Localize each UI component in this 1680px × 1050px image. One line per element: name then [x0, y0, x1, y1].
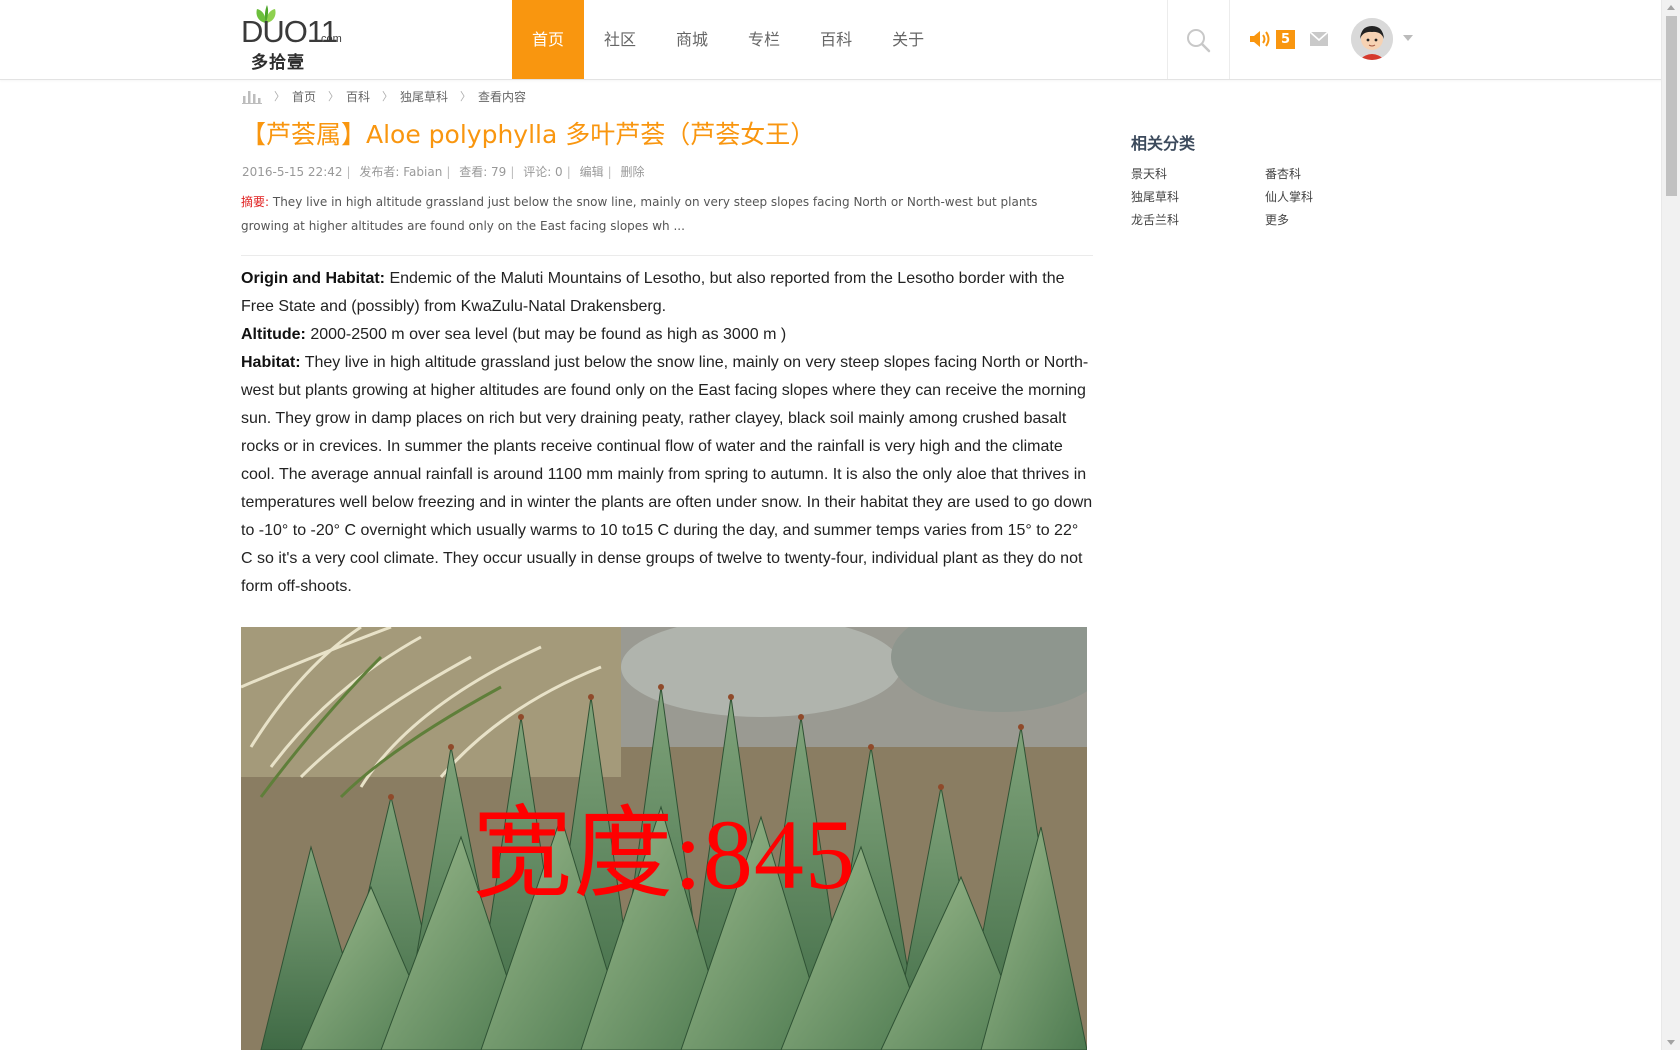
category-link[interactable]: 景天科 — [1131, 165, 1265, 182]
header-divider — [1229, 0, 1230, 79]
nav-item-wiki[interactable]: 百科 — [800, 0, 872, 79]
habitat-paragraph: Habitat: They live in high altitude gras… — [241, 349, 1093, 601]
chevron-down-icon[interactable] — [1403, 35, 1413, 41]
altitude-label: Altitude: — [241, 326, 306, 343]
category-more-link[interactable]: 更多 — [1265, 211, 1371, 228]
habitat-text: They live in high altitude grassland jus… — [241, 354, 1093, 595]
publish-date: 2016-5-15 22:42 — [242, 165, 343, 179]
altitude-paragraph: Altitude: 2000-2500 m over sea level (bu… — [241, 321, 1093, 349]
article-photo: 宽度:845 — [241, 627, 1087, 1050]
breadcrumb-category[interactable]: 独尾草科 — [400, 88, 448, 105]
category-link[interactable]: 龙舌兰科 — [1131, 211, 1265, 228]
category-link[interactable]: 番杏科 — [1265, 165, 1371, 182]
main-nav: 首页 社区 商城 专栏 百科 关于 — [512, 0, 944, 79]
related-categories: 景天科 番杏科 独尾草科 仙人掌科 龙舌兰科 更多 — [1131, 165, 1371, 228]
header-divider — [1167, 0, 1168, 79]
avatar-icon — [1351, 18, 1393, 60]
user-avatar[interactable] — [1351, 18, 1393, 60]
mail-icon — [1309, 31, 1329, 46]
message-button[interactable] — [1309, 31, 1329, 50]
summary-divider — [241, 255, 1093, 256]
scroll-thumb[interactable] — [1666, 16, 1677, 196]
view-count: 查看: 79 — [459, 165, 507, 179]
article-meta: 2016-5-15 22:42 | 发布者: Fabian | 查看: 79 | 评论… — [242, 165, 645, 179]
origin-label: Origin and Habitat: — [241, 270, 385, 287]
category-link[interactable]: 独尾草科 — [1131, 188, 1265, 205]
notification-button[interactable]: 5 — [1248, 27, 1295, 51]
nav-item-column[interactable]: 专栏 — [728, 0, 800, 79]
breadcrumb-current: 查看内容 — [478, 89, 527, 104]
nav-item-home[interactable]: 首页 — [512, 0, 585, 79]
sidebar-title: 相关分类 — [1131, 134, 1196, 153]
logo-cn-name: 多拾壹 — [251, 53, 305, 73]
comment-count: 评论: 0 — [523, 165, 563, 179]
notification-count-badge: 5 — [1276, 29, 1295, 49]
nav-item-about[interactable]: 关于 — [872, 0, 944, 79]
speaker-icon — [1250, 31, 1270, 47]
summary-text: They live in high altitude grassland jus… — [241, 195, 1038, 233]
breadcrumb-wiki[interactable]: 百科 — [346, 88, 370, 105]
altitude-text: 2000-2500 m over sea level (but may be f… — [310, 326, 787, 343]
page-scrollbar[interactable] — [1661, 0, 1680, 1050]
scroll-down-arrow-icon[interactable] — [1667, 1040, 1675, 1045]
article-body: Origin and Habitat: Endemic of the Malut… — [241, 265, 1093, 601]
category-link[interactable]: 仙人掌科 — [1265, 188, 1371, 205]
article-summary: 摘要: They live in high altitude grassland… — [241, 190, 1081, 238]
edit-link[interactable]: 编辑 — [580, 165, 604, 179]
logo-domain: .com — [318, 33, 342, 45]
search-button[interactable] — [1184, 26, 1214, 56]
origin-paragraph: Origin and Habitat: Endemic of the Malut… — [241, 265, 1093, 321]
breadcrumb-separator: 〉 — [274, 90, 285, 103]
search-icon — [1187, 29, 1211, 53]
image-watermark: 宽度:845 — [472, 799, 856, 910]
nav-item-shop[interactable]: 商城 — [656, 0, 728, 79]
summary-label: 摘要: — [241, 195, 270, 209]
breadcrumb: 〉 首页 〉 百科 〉 独尾草科 〉 查看内容 — [242, 87, 526, 105]
article-title: 【芦荟属】Aloe polyphylla 多叶芦荟（芦荟女王） — [241, 120, 816, 149]
nav-item-community[interactable]: 社区 — [584, 0, 656, 79]
site-logo[interactable]: DUO11 .com 多拾壹 — [241, 4, 346, 73]
breadcrumb-home[interactable]: 首页 — [292, 88, 316, 105]
breadcrumb-separator: 〉 — [328, 90, 340, 103]
delete-link[interactable]: 删除 — [620, 165, 644, 179]
breadcrumb-separator: 〉 — [382, 90, 394, 103]
habitat-label: Habitat: — [241, 354, 301, 371]
breadcrumb-separator: 〉 — [460, 90, 472, 103]
scroll-up-arrow-icon[interactable] — [1667, 5, 1675, 10]
chart-icon — [242, 91, 262, 104]
top-header: DUO11 .com 多拾壹 首页 社区 商城 专栏 百科 关于 5 — [0, 0, 1662, 80]
author-link[interactable]: 发布者: Fabian — [359, 165, 442, 179]
